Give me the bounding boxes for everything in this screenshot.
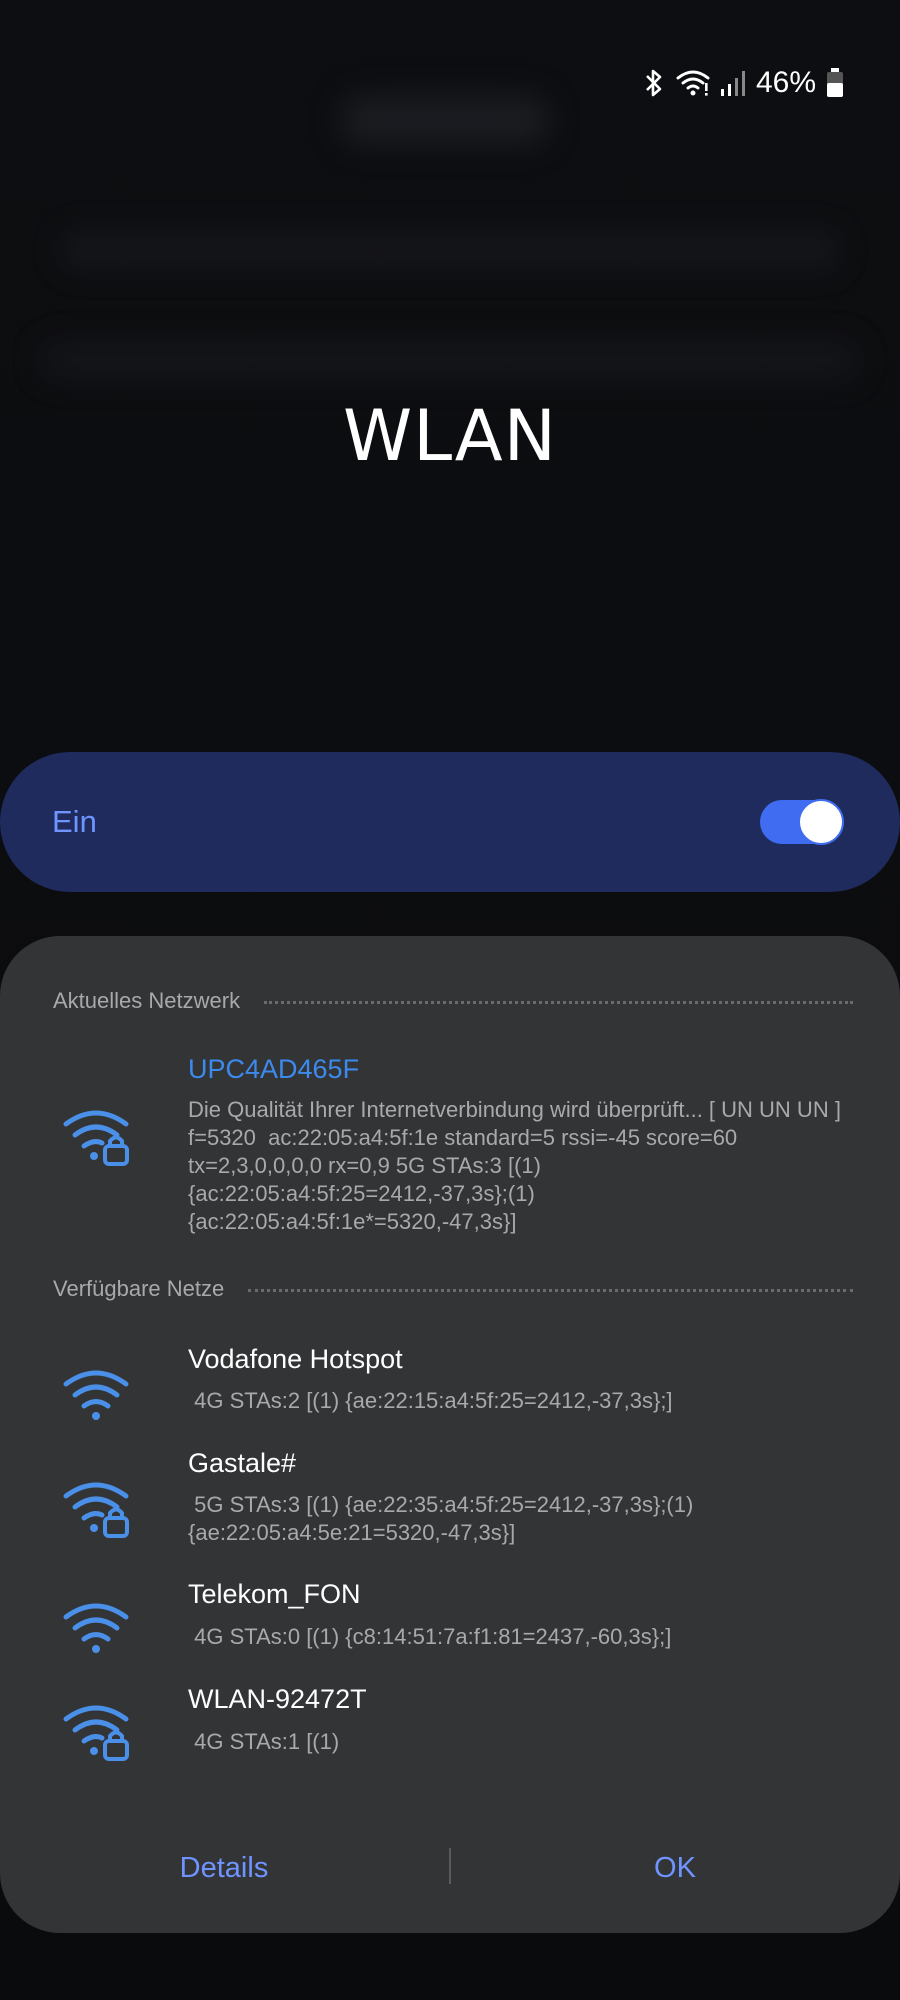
network-detail: 5G STAs:3 [(1) {ae:22:35:a4:5f:25=2412,-… [188,1492,700,1545]
cell-signal-icon [720,69,746,97]
wifi-icon [62,1366,132,1428]
page-title: WLAN [342,395,558,477]
section-header-available: Verfügbare Netze [53,1276,853,1302]
section-title: Verfügbare Netze [53,1276,225,1301]
wifi-status-icon [676,69,710,97]
bluetooth-icon [642,68,666,98]
network-name: UPC4AD465F [188,1054,360,1084]
network-detail: 4G STAs:0 [(1) {c8:14:51:7a:f1:81=2437,-… [188,1624,672,1649]
wlan-toggle-switch[interactable] [760,799,844,845]
network-name: Gastale# [188,1448,297,1478]
blurred-background-title [340,95,550,145]
network-name: WLAN-92472T [188,1684,367,1714]
network-name: Vodafone Hotspot [188,1344,403,1374]
network-detail: 4G STAs:2 [(1) {ae:22:15:a4:5f:25=2412,-… [188,1388,673,1413]
dialog-button-row: Details OK [0,1830,900,1906]
dotted-divider [264,1000,853,1004]
battery-icon [826,68,844,98]
blurred-background-row [60,230,840,270]
button-divider [449,1848,451,1884]
wifi-lock-icon [62,1051,132,1113]
screen: 46% WLAN Ein Aktuelles Netzwerk UPC4AD46… [0,0,900,2000]
wlan-toggle-row[interactable]: Ein [0,752,900,892]
battery-percent: 46% [755,66,816,99]
wifi-lock-icon [62,1106,132,1168]
details-button[interactable]: Details [74,1830,374,1906]
toggle-label: Ein [52,804,97,839]
blurred-background-row [40,340,860,380]
wifi-lock-icon [62,1478,132,1540]
dotted-divider [248,1288,853,1292]
toggle-knob [798,799,844,845]
status-bar: 46% [642,66,844,100]
section-title: Aktuelles Netzwerk [53,988,241,1013]
wifi-network-dialog: Aktuelles Netzwerk UPC4AD465F Die Qualit… [0,936,900,1933]
section-header-current: Aktuelles Netzwerk [53,988,853,1014]
network-name: Telekom_FON [188,1579,361,1609]
wifi-lock-icon [62,1701,132,1763]
ok-button[interactable]: OK [525,1830,825,1906]
network-detail: 4G STAs:1 [(1) [188,1729,340,1754]
wifi-icon [62,1599,132,1661]
network-detail: Die Qualität Ihrer Internetverbindung wi… [188,1097,854,1234]
